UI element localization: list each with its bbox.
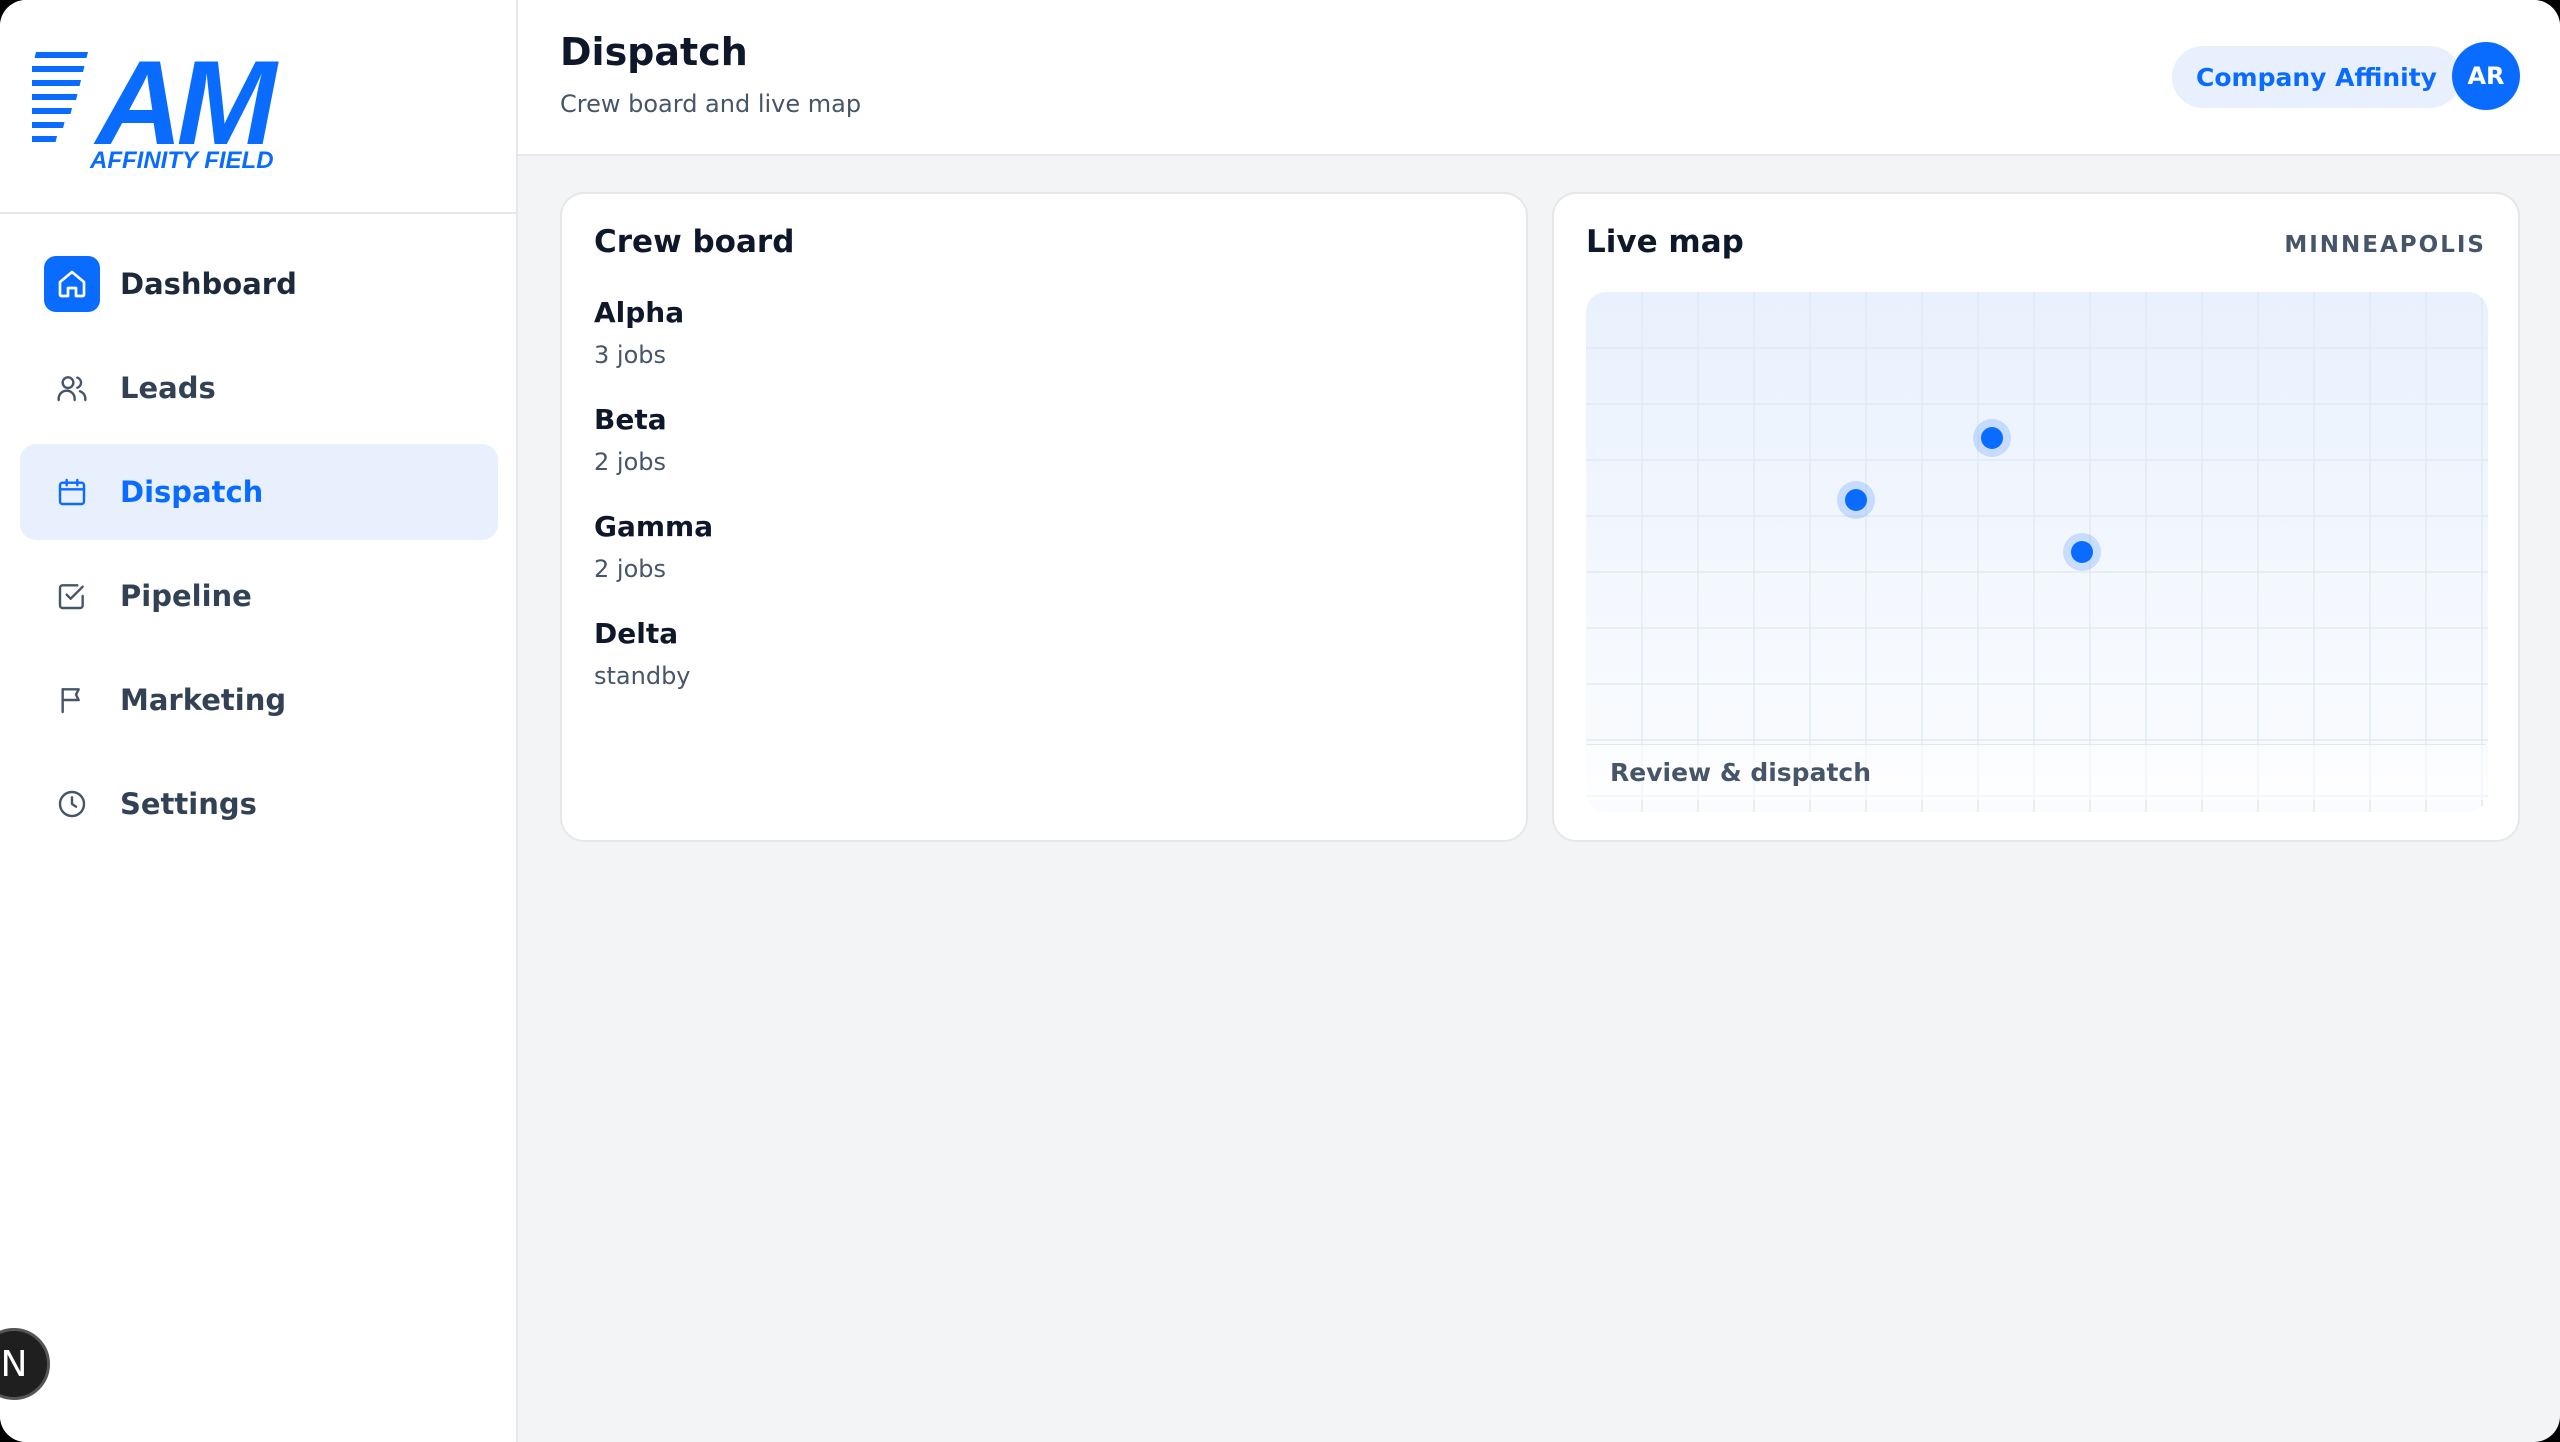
crew-name: Gamma [594,510,714,543]
live-map-title: Live map [1586,224,1744,260]
map-pin[interactable] [1973,419,2011,457]
live-map[interactable]: Review & dispatch [1586,292,2488,812]
crew-status: 2 jobs [594,555,666,583]
crew-status: 2 jobs [594,448,666,476]
home-icon [44,256,100,312]
sidebar-item-label: Leads [120,371,216,405]
sidebar-item-dashboard[interactable]: Dashboard [20,236,498,332]
crew-name: Delta [594,617,679,650]
crew-list: Alpha 3 jobs Beta 2 jobs Gamma 2 jobs De… [594,296,713,724]
sidebar-item-label: Settings [120,787,257,821]
crew-status: standby [594,662,691,690]
calendar-icon [44,464,100,520]
sidebar-item-dispatch[interactable]: Dispatch [20,444,498,540]
clock-icon [44,776,100,832]
crew-item-gamma[interactable]: Gamma 2 jobs [594,510,713,617]
sidebar: AM AFFINITY FIELD Dashboard Leads Dispat… [0,0,518,1442]
live-map-card: Live map MINNEAPOLIS Review & dispatch [1552,192,2520,842]
sidebar-item-pipeline[interactable]: Pipeline [20,548,498,644]
map-grid [1586,292,2488,812]
crew-board-card: Crew board Alpha 3 jobs Beta 2 jobs Gamm… [560,192,1528,842]
page-title: Dispatch [560,30,748,74]
users-icon [44,360,100,416]
avatar[interactable]: AR [2452,42,2520,110]
logo-tagline: AFFINITY FIELD [89,147,274,174]
crew-status: 3 jobs [594,341,666,369]
crew-item-beta[interactable]: Beta 2 jobs [594,403,713,510]
crew-name: Beta [594,403,667,436]
app-window: AM AFFINITY FIELD Dashboard Leads Dispat… [0,0,2560,1442]
sidebar-item-label: Pipeline [120,579,252,613]
sidebar-item-label: Dispatch [120,475,264,509]
map-city-label: MINNEAPOLIS [2284,232,2486,258]
company-switcher[interactable]: Company Affinity [2172,46,2461,108]
crew-item-delta[interactable]: Delta standby [594,617,713,724]
sidebar-item-label: Dashboard [120,267,297,301]
checkbox-icon [44,568,100,624]
map-pin[interactable] [2063,533,2101,571]
page-header: Dispatch Crew board and live map Company… [518,0,2560,156]
brand-logo[interactable]: AM AFFINITY FIELD [32,44,332,174]
sidebar-nav: Dashboard Leads Dispatch Pipeline Market… [20,236,498,860]
crew-board-title: Crew board [594,224,795,260]
crew-name: Alpha [594,296,685,329]
dev-tools-badge[interactable]: N [0,1328,50,1400]
map-pin[interactable] [1837,481,1875,519]
sidebar-item-leads[interactable]: Leads [20,340,498,436]
sidebar-item-settings[interactable]: Settings [20,756,498,852]
sidebar-item-marketing[interactable]: Marketing [20,652,498,748]
review-dispatch-button[interactable]: Review & dispatch [1586,744,2486,800]
logo-area: AM AFFINITY FIELD [0,0,516,214]
flag-icon [44,672,100,728]
crew-item-alpha[interactable]: Alpha 3 jobs [594,296,713,403]
sidebar-item-label: Marketing [120,683,287,717]
page-subtitle: Crew board and live map [560,90,862,118]
